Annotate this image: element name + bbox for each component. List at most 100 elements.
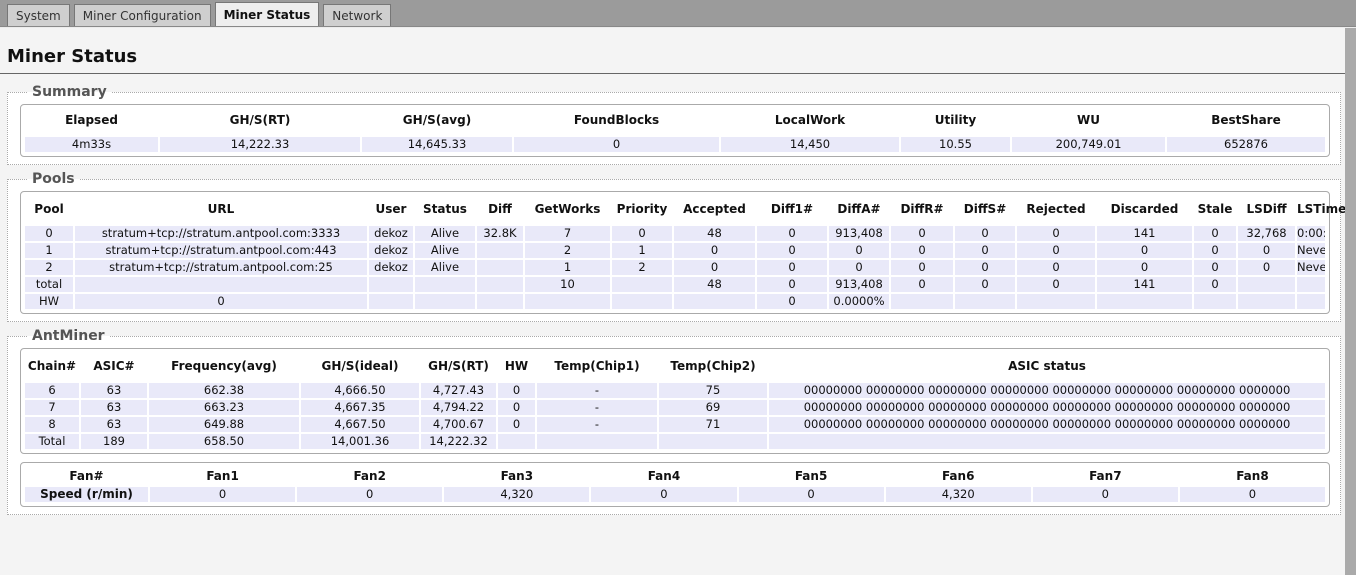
column-header: URL — [207, 202, 235, 216]
table-cell — [1238, 277, 1295, 292]
table-cell: 7 — [525, 226, 610, 241]
column-header: LocalWork — [774, 113, 846, 127]
summary-value: 14,645.33 — [362, 137, 512, 152]
column-header: GH/S(avg) — [402, 113, 472, 127]
fan-speed: 4,320 — [885, 487, 1031, 502]
table-row: Speed (r/min) 0 0 4,320 0 0 4,320 0 0 — [25, 487, 1325, 502]
table-cell: - — [537, 417, 657, 432]
table-cell — [75, 277, 367, 292]
column-header: Status — [423, 202, 467, 216]
table-cell — [477, 277, 523, 292]
tab-bar: System Miner Configuration Miner Status Net… — [0, 0, 1356, 27]
summary-section: Summary Elapsed GH/S(RT) GH/S(avg) FoundBlo… — [7, 84, 1341, 165]
table-cell: 0:00:26 — [1297, 226, 1325, 241]
table-cell: 0 — [1097, 260, 1192, 275]
table-cell: 0 — [757, 260, 827, 275]
table-cell: 4,666.50 — [301, 383, 419, 398]
table-cell: 0 — [498, 383, 535, 398]
column-header: Fan7 — [1089, 469, 1122, 483]
tab-network[interactable]: Network — [323, 4, 392, 26]
table-cell — [477, 294, 523, 309]
table-cell: - — [537, 383, 657, 398]
column-header: Fan6 — [941, 469, 975, 483]
table-cell: 10 — [525, 277, 610, 292]
table-cell: Never — [1297, 260, 1325, 275]
table-row: 1 stratum+tcp://stratum.antpool.com:443 de… — [25, 243, 1325, 258]
table-cell: stratum+tcp://stratum.antpool.com:25 — [75, 260, 367, 275]
table-cell: 141 — [1097, 277, 1192, 292]
table-cell: 32.8K — [477, 226, 523, 241]
table-cell: 0 — [955, 243, 1015, 258]
column-header: Pool — [34, 202, 64, 216]
table-cell — [612, 294, 672, 309]
tab-system[interactable]: System — [7, 4, 70, 26]
column-header: LSTime — [1297, 202, 1347, 216]
tab-miner-status[interactable]: Miner Status — [214, 2, 320, 26]
summary-value: 10.55 — [901, 137, 1010, 152]
table-cell — [537, 434, 657, 449]
table-cell: 2 — [612, 260, 672, 275]
table-cell: 0 — [674, 243, 755, 258]
table-cell — [1194, 294, 1236, 309]
pools-table: Pool URL User Status Diff GetWorks Priority Acc… — [23, 194, 1347, 311]
table-cell: 2 — [25, 260, 73, 275]
table-cell: 0 — [955, 260, 1015, 275]
summary-legend: Summary — [32, 84, 107, 100]
column-header: Stale — [1197, 202, 1233, 216]
table-cell: total — [25, 277, 73, 292]
column-header: Temp(Chip2) — [670, 359, 756, 373]
column-header: Temp(Chip1) — [554, 359, 640, 373]
table-cell: 71 — [659, 417, 767, 432]
header-row: Pool URL User Status Diff GetWorks Priority Acc… — [25, 196, 1347, 224]
column-header: DiffS# — [963, 202, 1007, 216]
header-row: Fan# Fan1 Fan2 Fan3 Fan4 Fan5 Fan6 Fan7 Fan8 — [25, 467, 1325, 485]
table-cell: 1 — [25, 243, 73, 258]
table-cell: 0 — [829, 243, 889, 258]
fan-speed: 0 — [591, 487, 737, 502]
table-cell — [477, 260, 523, 275]
table-cell — [659, 434, 767, 449]
table-cell: - — [537, 400, 657, 415]
table-cell: 663.23 — [149, 400, 299, 415]
table-cell: 0.0000% — [829, 294, 889, 309]
fan-speed: 4,320 — [444, 487, 590, 502]
table-cell: 0 — [75, 294, 367, 309]
table-cell: 8 — [25, 417, 79, 432]
table-cell: dekoz — [369, 226, 413, 241]
table-cell — [612, 277, 672, 292]
column-header: DiffA# — [837, 202, 881, 216]
table-cell: 00000000 00000000 00000000 00000000 0000… — [769, 417, 1325, 432]
column-header: Fan5 — [794, 469, 828, 483]
table-cell: Alive — [415, 243, 475, 258]
column-header: Accepted — [683, 202, 746, 216]
table-cell: 0 — [674, 260, 755, 275]
fan-speed: 0 — [1179, 487, 1325, 502]
table-cell — [525, 294, 610, 309]
table-cell: 0 — [1238, 243, 1295, 258]
column-header: User — [375, 202, 407, 216]
scrollbar[interactable] — [1345, 28, 1356, 575]
column-header: HW — [504, 359, 529, 373]
table-cell: 14,222.32 — [421, 434, 496, 449]
table-cell: stratum+tcp://stratum.antpool.com:443 — [75, 243, 367, 258]
table-cell: 0 — [498, 400, 535, 415]
table-cell: 0 — [1017, 226, 1095, 241]
table-cell: 63 — [81, 383, 147, 398]
column-header: GetWorks — [534, 202, 601, 216]
table-row: 2 stratum+tcp://stratum.antpool.com:25 dek… — [25, 260, 1325, 275]
table-cell: 4,727.43 — [421, 383, 496, 398]
column-header: Fan# — [69, 469, 104, 483]
column-header: GH/S(RT) — [229, 113, 291, 127]
table-cell: 0 — [1194, 260, 1236, 275]
summary-table: Elapsed GH/S(RT) GH/S(avg) FoundBlocks Local… — [23, 107, 1327, 154]
column-header: GH/S(RT) — [428, 359, 489, 373]
table-cell — [369, 294, 413, 309]
table-cell: Alive — [415, 260, 475, 275]
table-cell: Alive — [415, 226, 475, 241]
table-cell: 7 — [25, 400, 79, 415]
table-cell: 32,768 — [1238, 226, 1295, 241]
table-cell — [1238, 294, 1295, 309]
pools-legend: Pools — [32, 171, 75, 187]
tab-miner-configuration[interactable]: Miner Configuration — [73, 4, 211, 26]
table-cell — [369, 277, 413, 292]
